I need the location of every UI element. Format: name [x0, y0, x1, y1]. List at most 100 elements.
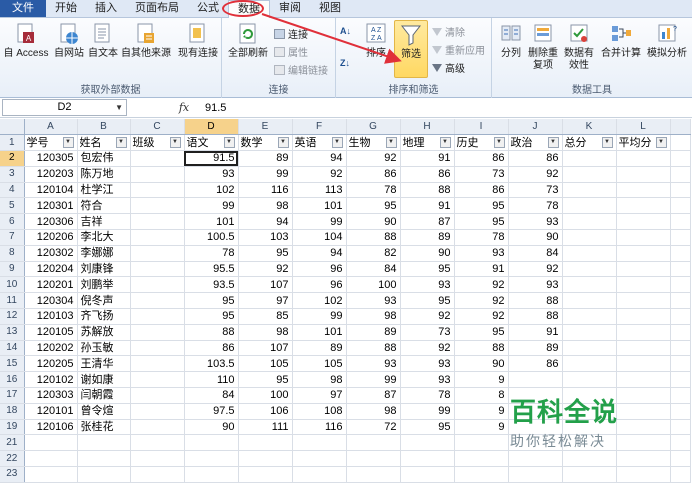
- data-cell[interactable]: [292, 434, 347, 452]
- data-cell[interactable]: [77, 450, 131, 468]
- data-cell[interactable]: 87: [346, 387, 401, 404]
- filter-dropdown-icon[interactable]: ▼: [493, 137, 505, 149]
- data-cell[interactable]: 73: [454, 166, 509, 183]
- data-cell[interactable]: 120304: [24, 292, 78, 310]
- data-cell-extra[interactable]: [670, 403, 691, 420]
- data-cell[interactable]: [562, 166, 617, 183]
- header-cell[interactable]: 英语 ▼: [292, 134, 347, 152]
- data-cell[interactable]: 99: [238, 166, 293, 183]
- worksheet-grid[interactable]: A B C D E F G H I J K L 1 学号 ▼ 姓名 ▼ 班级 ▼ 语文 ▼ 数学 ▼ 英语 ▼ 生物 ▼ 地理 ▼ 历史 ▼…: [0, 119, 692, 485]
- from-access-button[interactable]: A 自 Access: [3, 22, 49, 60]
- data-cell[interactable]: 93: [400, 371, 455, 389]
- data-cell[interactable]: [562, 466, 617, 483]
- data-cell[interactable]: [616, 466, 671, 483]
- data-cell[interactable]: [616, 371, 671, 389]
- column-header-h[interactable]: H: [400, 119, 455, 136]
- filter-dropdown-icon[interactable]: ▼: [547, 137, 559, 149]
- data-cell[interactable]: 120106: [24, 419, 78, 436]
- data-cell[interactable]: 齐飞扬: [77, 308, 131, 325]
- data-cell[interactable]: 84: [184, 387, 239, 404]
- header-cell[interactable]: 历史 ▼: [454, 134, 509, 152]
- tab-data[interactable]: 数据: [228, 0, 270, 19]
- data-cell[interactable]: 120103: [24, 308, 78, 325]
- data-cell[interactable]: [238, 466, 293, 483]
- data-cell[interactable]: 谢如康: [77, 371, 131, 389]
- data-cell[interactable]: [130, 261, 185, 278]
- data-cell[interactable]: 90: [454, 355, 509, 373]
- consolidate-button[interactable]: 合并计算: [598, 22, 644, 60]
- data-cell[interactable]: 89: [400, 229, 455, 246]
- data-cell[interactable]: [562, 324, 617, 341]
- data-cell[interactable]: [508, 403, 563, 420]
- data-cell[interactable]: 95: [454, 213, 509, 231]
- data-cell[interactable]: 113: [292, 182, 347, 199]
- data-cell[interactable]: 120105: [24, 324, 78, 341]
- data-cell[interactable]: 96: [292, 276, 347, 294]
- data-cell[interactable]: 104: [292, 229, 347, 246]
- what-if-analysis-button[interactable]: ? 模拟分析: [644, 22, 690, 60]
- data-cell[interactable]: 85: [238, 308, 293, 325]
- data-cell[interactable]: 86: [346, 166, 401, 183]
- row-header-4[interactable]: 4: [0, 182, 25, 199]
- refresh-all-button[interactable]: 全部刷新: [226, 22, 270, 60]
- data-cell[interactable]: 杜学江: [77, 182, 131, 199]
- data-cell[interactable]: [616, 403, 671, 420]
- chevron-down-icon[interactable]: ▼: [115, 100, 123, 115]
- data-cell[interactable]: [562, 229, 617, 246]
- data-cell[interactable]: [562, 371, 617, 389]
- data-cell[interactable]: [130, 387, 185, 404]
- data-cell[interactable]: 91: [400, 150, 455, 167]
- row-header-23[interactable]: 23: [0, 466, 25, 483]
- data-cell[interactable]: 90: [346, 213, 401, 231]
- data-cell[interactable]: 100.5: [184, 229, 239, 246]
- data-cell[interactable]: 93: [508, 213, 563, 231]
- data-cell[interactable]: 88: [454, 340, 509, 357]
- data-cell[interactable]: 120204: [24, 261, 78, 278]
- data-cell[interactable]: 93.5: [184, 276, 239, 294]
- data-cell[interactable]: 97: [292, 387, 347, 404]
- data-cell-extra[interactable]: [670, 355, 691, 373]
- data-cell[interactable]: 89: [346, 324, 401, 341]
- data-cell-extra[interactable]: [670, 371, 691, 389]
- row-header-2[interactable]: 2: [0, 150, 25, 167]
- data-cell[interactable]: 88: [184, 324, 239, 341]
- data-cell[interactable]: 106: [238, 403, 293, 420]
- data-cell[interactable]: [346, 450, 401, 468]
- data-cell[interactable]: 72: [346, 419, 401, 436]
- data-cell[interactable]: 95: [454, 324, 509, 341]
- header-cell[interactable]: 平均分 ▼: [616, 134, 671, 152]
- row-header-11[interactable]: 11: [0, 292, 25, 310]
- data-cell[interactable]: [562, 245, 617, 262]
- data-cell[interactable]: [24, 450, 78, 468]
- data-cell[interactable]: 89: [508, 340, 563, 357]
- data-cell[interactable]: 120102: [24, 371, 78, 389]
- data-cell[interactable]: 闫朝霞: [77, 387, 131, 404]
- data-cell[interactable]: 94: [292, 150, 347, 167]
- data-cell[interactable]: [24, 466, 78, 483]
- data-cell[interactable]: [238, 434, 293, 452]
- data-cell[interactable]: [454, 434, 509, 452]
- tab-file[interactable]: 文件: [0, 0, 46, 17]
- filter-dropdown-icon[interactable]: ▼: [385, 137, 397, 149]
- data-cell[interactable]: 78: [508, 197, 563, 215]
- data-cell[interactable]: 98: [292, 371, 347, 389]
- row-header-10[interactable]: 10: [0, 276, 25, 294]
- column-header-l[interactable]: L: [616, 119, 671, 136]
- data-cell[interactable]: 9: [454, 371, 509, 389]
- data-cell[interactable]: 120202: [24, 340, 78, 357]
- data-cell[interactable]: 73: [400, 324, 455, 341]
- data-cell[interactable]: [616, 150, 671, 167]
- data-cell[interactable]: 88: [508, 308, 563, 325]
- data-cell[interactable]: 99: [184, 197, 239, 215]
- filter-dropdown-icon[interactable]: ▼: [169, 137, 181, 149]
- data-cell[interactable]: 103.5: [184, 355, 239, 373]
- row-header-17[interactable]: 17: [0, 387, 25, 404]
- data-cell[interactable]: 93: [508, 276, 563, 294]
- data-cell[interactable]: 93: [400, 276, 455, 294]
- data-cell-extra[interactable]: [670, 197, 691, 215]
- data-cell[interactable]: 86: [400, 166, 455, 183]
- data-cell[interactable]: [616, 166, 671, 183]
- data-cell[interactable]: 89: [292, 340, 347, 357]
- data-cell[interactable]: [508, 466, 563, 483]
- header-cell[interactable]: 政治 ▼: [508, 134, 563, 152]
